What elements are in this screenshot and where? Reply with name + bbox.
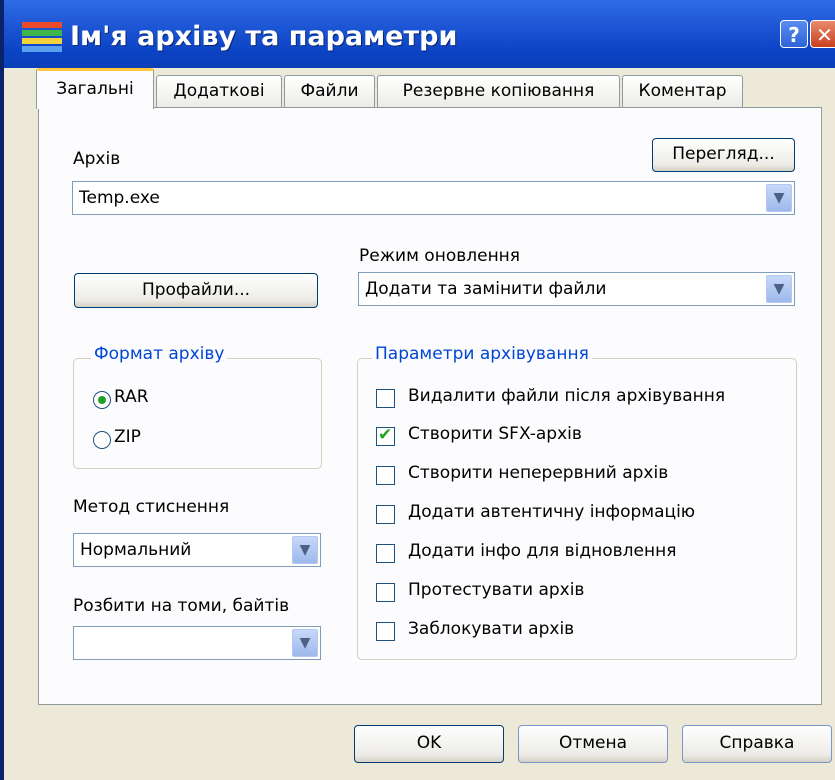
delete-files-checkbox[interactable] <box>376 389 395 408</box>
create-sfx-label[interactable]: Створити SFX-архів <box>408 424 582 444</box>
tab-general[interactable]: Загальні <box>36 68 154 109</box>
tab-panel-general: Архів Перегляд... Temp.exe ▼ Режим оновл… <box>38 107 822 705</box>
chevron-down-icon[interactable]: ▼ <box>766 184 792 212</box>
format-zip-label[interactable]: ZIP <box>114 427 141 447</box>
compression-method-select[interactable]: Нормальний ▼ <box>73 533 321 567</box>
recovery-record-label[interactable]: Додати інфо для відновлення <box>408 541 676 561</box>
authenticity-info-checkbox[interactable] <box>376 505 395 524</box>
archive-name-combobox[interactable]: Temp.exe ▼ <box>72 181 795 215</box>
recovery-record-checkbox[interactable] <box>376 544 395 563</box>
archive-format-title: Формат архіву <box>91 344 228 364</box>
create-sfx-checkbox[interactable]: ✔ <box>376 425 395 446</box>
checkmark-icon: ✔ <box>378 425 393 445</box>
archive-label: Архів <box>73 149 121 169</box>
dialog-window: Ім'я архіву та параметри ? ✕ Загальні До… <box>0 0 835 780</box>
format-zip-radio[interactable] <box>93 431 111 449</box>
archive-format-group <box>73 358 322 469</box>
window-title: Ім'я архіву та параметри <box>70 21 458 52</box>
update-mode-value: Додати та замінити файли <box>365 279 607 299</box>
radio-selected-dot <box>98 396 106 404</box>
format-rar-radio[interactable] <box>93 391 111 409</box>
test-archive-checkbox[interactable] <box>376 583 395 602</box>
compression-method-value: Нормальний <box>80 540 192 560</box>
tab-advanced[interactable]: Додаткові <box>156 75 282 108</box>
update-mode-select[interactable]: Додати та замінити файли ▼ <box>358 272 795 306</box>
help-title-button[interactable]: ? <box>780 20 808 48</box>
format-rar-label[interactable]: RAR <box>114 387 149 407</box>
help-button[interactable]: Справка <box>682 725 832 763</box>
lock-archive-checkbox[interactable] <box>376 622 395 641</box>
title-bar[interactable]: Ім'я архіву та параметри ? ✕ <box>4 0 835 68</box>
profiles-button[interactable]: Профайли... <box>74 273 318 308</box>
chevron-down-icon[interactable]: ▼ <box>292 536 318 564</box>
test-archive-label[interactable]: Протестувати архів <box>408 580 584 600</box>
delete-files-label[interactable]: Видалити файли після архівування <box>408 386 725 406</box>
authenticity-info-label[interactable]: Додати автентичну інформацію <box>408 502 695 522</box>
solid-archive-label[interactable]: Створити неперервний архів <box>408 463 668 483</box>
browse-button[interactable]: Перегляд... <box>652 138 795 172</box>
tab-files[interactable]: Файли <box>284 75 375 108</box>
tab-comment[interactable]: Коментар <box>622 75 743 108</box>
split-volumes-label: Розбити на томи, байтів <box>73 596 290 616</box>
split-volumes-combobox[interactable]: ▼ <box>73 626 321 660</box>
archive-name-value: Temp.exe <box>79 188 160 208</box>
compression-label: Метод стиснення <box>73 497 230 517</box>
chevron-down-icon[interactable]: ▼ <box>292 629 318 657</box>
chevron-down-icon[interactable]: ▼ <box>766 275 792 303</box>
solid-archive-checkbox[interactable] <box>376 466 395 485</box>
lock-archive-label[interactable]: Заблокувати архів <box>408 619 574 639</box>
close-button[interactable]: ✕ <box>810 20 835 48</box>
ok-button[interactable]: OK <box>354 725 504 763</box>
archiving-options-title: Параметри архівування <box>372 344 592 364</box>
update-mode-label: Режим оновлення <box>359 246 521 266</box>
tab-backup[interactable]: Резервне копіювання <box>377 75 620 108</box>
winrar-icon <box>22 22 62 56</box>
cancel-button[interactable]: Отмена <box>518 725 668 763</box>
